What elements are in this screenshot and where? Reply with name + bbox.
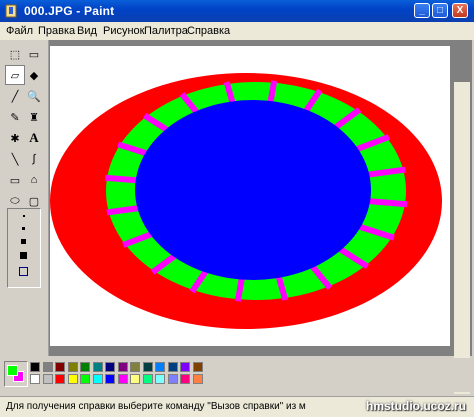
tool-box: ⬚ ▭ ▱ ◆ ╱ 🔍 ✎ ♜ ✱ A ╲ ∫ ▭ ⌂ ⬭ ▢ bbox=[0, 40, 49, 356]
palette-swatch[interactable] bbox=[92, 374, 103, 384]
rectangle-icon: ▭ bbox=[9, 174, 21, 187]
palette-swatch[interactable] bbox=[180, 374, 190, 384]
size-option-1[interactable] bbox=[23, 215, 25, 217]
tool-polygon[interactable]: ⌂ bbox=[24, 170, 44, 190]
tool-free-select[interactable]: ⬚ bbox=[5, 44, 25, 64]
tool-color-picker[interactable]: ╱ bbox=[5, 86, 25, 106]
palette-swatch[interactable] bbox=[130, 374, 140, 384]
watermark: hmstudio.ucoz.ru bbox=[366, 399, 466, 413]
palette-swatch[interactable] bbox=[130, 362, 140, 372]
drawing-canvas[interactable] bbox=[50, 46, 450, 346]
airbrush-icon: ✱ bbox=[10, 132, 20, 145]
fill-bucket-icon: ◆ bbox=[29, 69, 39, 82]
palette-swatch[interactable] bbox=[192, 374, 203, 384]
tool-fill[interactable]: ◆ bbox=[24, 65, 44, 85]
ellipse-icon: ⬭ bbox=[10, 194, 20, 207]
polygon-icon: ⌂ bbox=[30, 174, 38, 186]
tool-options[interactable] bbox=[7, 208, 41, 288]
palette-swatch[interactable] bbox=[167, 362, 178, 372]
size-option-3[interactable] bbox=[21, 239, 26, 244]
vertical-scrollbar[interactable] bbox=[454, 82, 470, 394]
eraser-icon: ▱ bbox=[10, 69, 20, 82]
title-bar: 000.JPG - Paint _ □ X bbox=[0, 0, 474, 22]
menu-edit[interactable]: Правка bbox=[38, 25, 75, 37]
status-text: Для получения справки выберите команду "… bbox=[6, 401, 306, 412]
tool-pencil[interactable]: ✎ bbox=[5, 107, 25, 127]
window-title: 000.JPG - Paint bbox=[24, 4, 115, 18]
menu-view[interactable]: Вид bbox=[77, 25, 97, 37]
tool-line[interactable]: ╲ bbox=[5, 149, 25, 169]
palette-swatch[interactable] bbox=[42, 374, 53, 384]
close-button[interactable]: X bbox=[452, 3, 468, 18]
palette-swatch[interactable] bbox=[92, 362, 103, 372]
palette-swatch[interactable] bbox=[30, 374, 40, 384]
pencil-icon: ✎ bbox=[10, 111, 20, 124]
current-colors[interactable] bbox=[4, 361, 28, 387]
palette-swatch[interactable] bbox=[192, 362, 203, 372]
palette-swatch[interactable] bbox=[30, 362, 40, 372]
palette-swatch[interactable] bbox=[105, 362, 115, 372]
magenta-stripe bbox=[364, 197, 408, 208]
size-option-selected[interactable] bbox=[19, 267, 28, 276]
palette-swatch[interactable] bbox=[117, 362, 128, 372]
rounded-rect-icon: ▢ bbox=[28, 195, 40, 208]
tool-brush[interactable]: ♜ bbox=[24, 107, 44, 127]
magnifier-icon: 🔍 bbox=[27, 90, 41, 103]
maximize-button[interactable]: □ bbox=[432, 3, 448, 18]
text-tool-icon: A bbox=[29, 130, 39, 145]
palette-swatch[interactable] bbox=[180, 362, 190, 372]
palette-swatch[interactable] bbox=[167, 374, 178, 384]
menu-help[interactable]: Справка bbox=[187, 25, 230, 37]
palette-swatch[interactable] bbox=[55, 362, 65, 372]
status-bar: Для получения справки выберите команду "… bbox=[0, 396, 474, 417]
palette-swatch[interactable] bbox=[80, 374, 90, 384]
menu-image[interactable]: Рисунок bbox=[103, 25, 145, 37]
canvas-area bbox=[49, 40, 472, 394]
tool-text[interactable]: A bbox=[24, 128, 44, 148]
color-picker-icon: ╱ bbox=[11, 90, 19, 103]
palette-swatch[interactable] bbox=[117, 374, 128, 384]
tool-eraser[interactable]: ▱ bbox=[5, 65, 25, 85]
palette-swatch[interactable] bbox=[80, 362, 90, 372]
size-option-4[interactable] bbox=[20, 252, 27, 259]
palette-swatch[interactable] bbox=[142, 362, 153, 372]
palette-swatch[interactable] bbox=[67, 374, 78, 384]
palette-swatch[interactable] bbox=[155, 374, 165, 384]
palette-swatch[interactable] bbox=[42, 362, 53, 372]
curve-icon: ∫ bbox=[32, 153, 36, 165]
free-select-icon: ⬚ bbox=[9, 48, 21, 61]
tool-airbrush[interactable]: ✱ bbox=[5, 128, 25, 148]
menu-file[interactable]: Файл bbox=[6, 25, 33, 37]
menu-bar: Файл Правка Вид Рисунок Палитра Справка bbox=[0, 22, 474, 40]
paint-app-icon bbox=[5, 4, 17, 18]
foreground-color[interactable] bbox=[7, 365, 18, 376]
line-icon: ╲ bbox=[11, 153, 19, 166]
tool-rect-select[interactable]: ▭ bbox=[24, 44, 44, 64]
palette-swatch[interactable] bbox=[55, 374, 65, 384]
palette-swatch[interactable] bbox=[142, 374, 153, 384]
tool-curve[interactable]: ∫ bbox=[24, 149, 44, 169]
tool-magnifier[interactable]: 🔍 bbox=[24, 86, 44, 106]
tool-rectangle[interactable]: ▭ bbox=[5, 170, 25, 190]
palette-swatch[interactable] bbox=[105, 374, 115, 384]
palette-swatch[interactable] bbox=[67, 362, 78, 372]
menu-palette[interactable]: Палитра bbox=[144, 25, 188, 37]
size-option-2[interactable] bbox=[22, 227, 25, 230]
brush-icon: ♜ bbox=[29, 111, 39, 124]
minimize-button[interactable]: _ bbox=[414, 3, 430, 18]
blue-center bbox=[135, 100, 371, 280]
palette-swatch[interactable] bbox=[155, 362, 165, 372]
rect-select-icon: ▭ bbox=[28, 48, 40, 61]
drawing-image bbox=[50, 73, 442, 329]
